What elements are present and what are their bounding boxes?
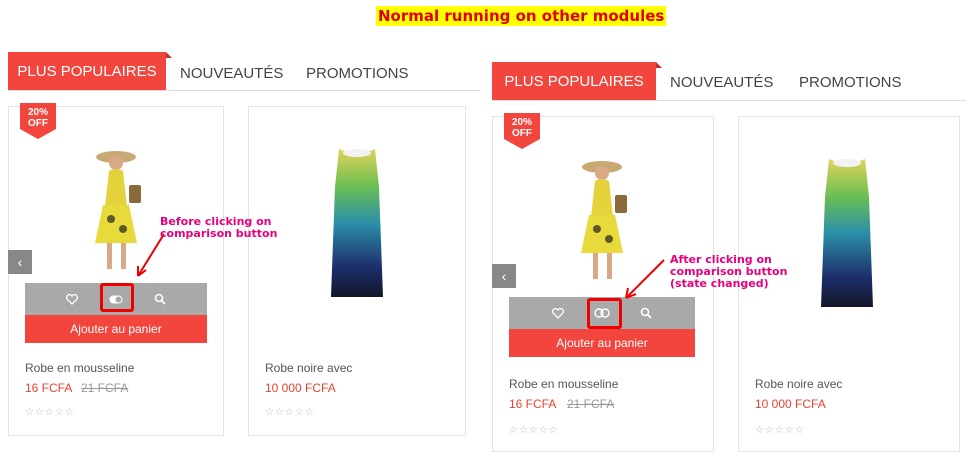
carousel-prev-button[interactable]: ‹ [8,250,32,274]
compare-highlight-box [100,283,134,312]
heart-icon[interactable] [548,303,568,323]
product-name[interactable]: Robe en mousseline [509,377,618,391]
heart-icon[interactable] [62,289,82,309]
product-card[interactable]: 20% OFF Ajouter au panier Robe en moussel… [8,103,224,436]
product-image[interactable] [325,147,389,303]
tab-bar: PLUS POPULAIRES NOUVEAUTÉS PROMOTIONS [492,62,966,101]
annotation-before: Before clicking on comparison button [160,215,278,240]
rating-stars: ☆☆☆☆☆ [265,407,315,418]
add-to-cart-button[interactable]: Ajouter au panier [25,315,207,343]
product-old-price: 21 FCFA [567,397,615,411]
product-card[interactable]: Robe noire avec 10 000 FCFA ☆☆☆☆☆ [248,106,466,436]
magnify-icon[interactable] [636,303,656,323]
rating-stars: ☆☆☆☆☆ [25,407,75,418]
discount-badge: 20% OFF [504,113,540,149]
rating-stars: ☆☆☆☆☆ [755,425,805,436]
tab-nouveautes[interactable]: NOUVEAUTÉS [670,74,773,91]
tab-promotions[interactable]: PROMOTIONS [306,65,409,82]
product-price: 10 000 FCFA [755,397,826,411]
module-before: PLUS POPULAIRES NOUVEAUTÉS PROMOTIONS 20… [8,52,480,452]
tab-promotions[interactable]: PROMOTIONS [799,74,902,91]
product-old-price: 21 FCFA [81,381,129,395]
product-name[interactable]: Robe en mousseline [25,361,134,375]
compare-highlight-box [587,298,622,329]
tab-plus-populaires[interactable]: PLUS POPULAIRES [8,52,172,90]
tab-nouveautes[interactable]: NOUVEAUTÉS [180,65,283,82]
product-price: 16 FCFA [509,397,557,411]
rating-stars: ☆☆☆☆☆ [509,425,559,436]
product-price: 10 000 FCFA [265,381,336,395]
add-to-cart-button[interactable]: Ajouter au panier [509,329,695,357]
chevron-left-icon: ‹ [501,268,507,284]
product-name[interactable]: Robe noire avec [265,361,352,375]
tab-bar: PLUS POPULAIRES NOUVEAUTÉS PROMOTIONS [8,52,480,91]
annotation-arrow [625,259,665,299]
magnify-icon[interactable] [150,289,170,309]
product-image[interactable] [815,157,879,313]
product-price: 16 FCFA [25,381,73,395]
carousel-prev-button[interactable]: ‹ [492,264,516,288]
discount-badge: 20% OFF [20,103,56,139]
product-name[interactable]: Robe noire avec [755,377,842,391]
annotation-after: After clicking on comparison button (state… [670,253,788,290]
chevron-left-icon: ‹ [17,254,23,270]
tab-plus-populaires[interactable]: PLUS POPULAIRES [492,62,662,100]
page-headline: Normal running on other modules [376,6,667,26]
